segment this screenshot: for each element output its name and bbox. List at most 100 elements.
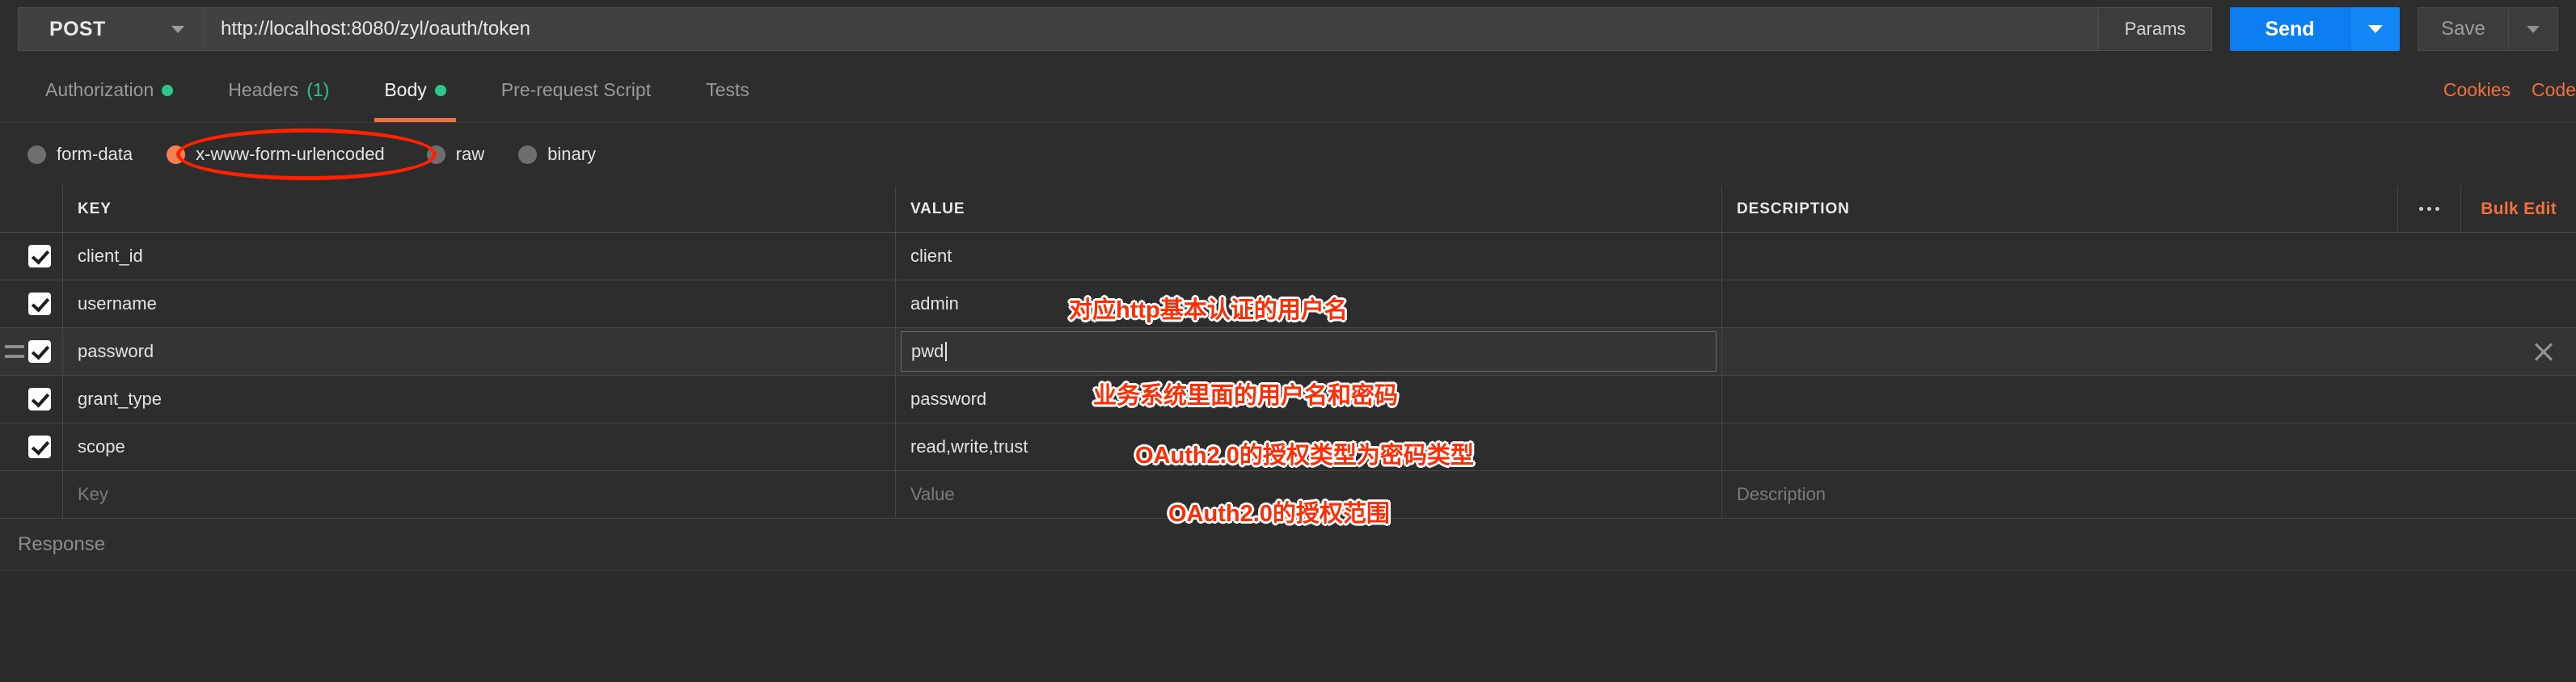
row-key-cell[interactable]: grant_type — [63, 376, 896, 423]
row-checkbox-cell — [0, 423, 63, 470]
url-input-group: POST http://localhost:8080/zyl/oauth/tok… — [18, 7, 2212, 51]
header-value-cell: VALUE — [896, 186, 1722, 232]
row-key-value: password — [78, 341, 154, 361]
row-description-cell[interactable] — [1722, 328, 2576, 375]
tab-authorization[interactable]: Authorization — [18, 58, 201, 122]
response-body — [0, 570, 2576, 608]
text-cursor-icon — [945, 342, 948, 361]
params-label: Params — [2124, 19, 2186, 39]
green-dot-icon — [434, 84, 446, 96]
http-method-dropdown[interactable]: POST — [18, 7, 204, 51]
drag-handle-icon[interactable] — [5, 345, 24, 358]
body-type-binary[interactable]: binary — [515, 139, 599, 170]
tab-authorization-label: Authorization — [45, 79, 154, 100]
row-description-cell[interactable] — [1722, 423, 2576, 470]
save-button[interactable]: Save — [2418, 7, 2508, 51]
table-row[interactable]: client_id client — [0, 233, 2576, 280]
placeholder-key-label: Key — [78, 484, 108, 504]
send-button[interactable]: Send — [2230, 7, 2350, 51]
row-key-cell[interactable]: scope — [63, 423, 896, 470]
placeholder-checkbox-cell — [0, 471, 63, 518]
placeholder-description-cell[interactable]: Description — [1722, 471, 2576, 518]
table-row[interactable]: username admin — [0, 280, 2576, 328]
row-checkbox-cell — [0, 328, 63, 375]
row-checkbox[interactable] — [28, 293, 51, 315]
row-value-cell[interactable]: read,write,trust — [896, 423, 1722, 470]
table-row[interactable]: scope read,write,trust — [0, 423, 2576, 471]
body-type-raw[interactable]: raw — [424, 139, 488, 170]
tab-headers[interactable]: Headers (1) — [201, 58, 357, 122]
http-method-label: POST — [49, 17, 106, 40]
row-value-cell[interactable]: pwd — [896, 328, 1722, 375]
row-checkbox-cell — [0, 376, 63, 423]
row-checkbox[interactable] — [28, 245, 51, 267]
bulk-edit-button[interactable]: Bulk Edit — [2460, 186, 2576, 232]
header-key-cell: KEY — [63, 186, 896, 232]
url-input-value: http://localhost:8080/zyl/oauth/token — [221, 18, 530, 40]
row-description-cell[interactable] — [1722, 280, 2576, 327]
tab-tests-label: Tests — [706, 79, 750, 100]
header-description-cell: DESCRIPTION Bulk Edit — [1722, 186, 2576, 232]
chevron-down-icon — [2367, 25, 2383, 33]
response-section-header: Response — [0, 519, 2576, 570]
body-type-form-data[interactable]: form-data — [24, 139, 136, 170]
chevron-down-icon — [2527, 25, 2540, 33]
radio-icon — [426, 145, 446, 164]
row-key-value: username — [78, 293, 157, 314]
row-value-cell[interactable]: password — [896, 376, 1722, 423]
row-value-value: read,write,trust — [910, 436, 1028, 457]
close-icon[interactable] — [2532, 340, 2555, 363]
row-checkbox-cell — [0, 280, 63, 327]
row-description-cell[interactable] — [1722, 376, 2576, 423]
ellipsis-icon[interactable] — [2397, 186, 2460, 232]
chevron-down-icon — [171, 25, 184, 33]
row-value-cell[interactable]: admin — [896, 280, 1722, 327]
body-type-x-www-form-urlencoded[interactable]: x-www-form-urlencoded — [163, 139, 388, 170]
url-input[interactable]: http://localhost:8080/zyl/oauth/token — [204, 7, 2099, 51]
response-label: Response — [18, 533, 106, 555]
row-checkbox[interactable] — [28, 340, 51, 363]
params-button[interactable]: Params — [2099, 7, 2212, 51]
table-row[interactable]: grant_type password — [0, 376, 2576, 423]
row-value-value: pwd — [911, 341, 944, 361]
postman-request-builder: POST http://localhost:8080/zyl/oauth/tok… — [0, 0, 2576, 682]
tab-pre-request-script[interactable]: Pre-request Script — [474, 58, 678, 122]
body-type-form-data-label: form-data — [57, 144, 133, 164]
body-type-binary-label: binary — [547, 144, 597, 164]
row-key-cell[interactable]: client_id — [63, 233, 896, 280]
green-dot-icon — [162, 84, 174, 96]
body-params-table: KEY VALUE DESCRIPTION Bulk Edit client_i… — [0, 186, 2576, 519]
body-type-selector: form-data x-www-form-urlencoded raw bina… — [0, 123, 2576, 186]
placeholder-value-cell[interactable]: Value — [896, 471, 1722, 518]
send-button-group: Send — [2230, 7, 2400, 51]
save-label: Save — [2441, 18, 2485, 40]
tab-body[interactable]: Body — [357, 58, 473, 122]
radio-icon — [27, 145, 46, 164]
row-checkbox[interactable] — [28, 388, 51, 410]
body-type-raw-label: raw — [455, 144, 485, 164]
save-button-group: Save — [2418, 7, 2558, 51]
tab-pre-request-script-label: Pre-request Script — [500, 79, 652, 100]
placeholder-value-label: Value — [910, 484, 955, 504]
header-checkbox-cell — [0, 186, 63, 232]
row-key-value: client_id — [78, 246, 143, 266]
table-placeholder-row[interactable]: Key Value Description — [0, 471, 2576, 519]
code-link[interactable]: Code — [2532, 79, 2576, 101]
row-value-value: client — [910, 246, 952, 266]
tab-tests[interactable]: Tests — [678, 58, 777, 122]
row-value-input[interactable]: pwd — [901, 331, 1717, 372]
row-key-cell[interactable]: password — [63, 328, 896, 375]
row-value-cell[interactable]: client — [896, 233, 1722, 280]
save-options-button[interactable] — [2508, 7, 2558, 51]
header-actions: Bulk Edit — [2397, 186, 2576, 232]
row-key-cell[interactable]: username — [63, 280, 896, 327]
body-type-x-www-form-urlencoded-label: x-www-form-urlencoded — [196, 144, 385, 164]
row-value-value: password — [910, 389, 987, 409]
table-row[interactable]: password pwd — [0, 328, 2576, 376]
cookies-link[interactable]: Cookies — [2443, 79, 2511, 101]
placeholder-key-cell[interactable]: Key — [63, 471, 896, 518]
send-options-button[interactable] — [2350, 7, 2400, 51]
row-description-cell[interactable] — [1722, 233, 2576, 280]
row-key-value: scope — [78, 436, 125, 457]
row-checkbox[interactable] — [28, 436, 51, 458]
